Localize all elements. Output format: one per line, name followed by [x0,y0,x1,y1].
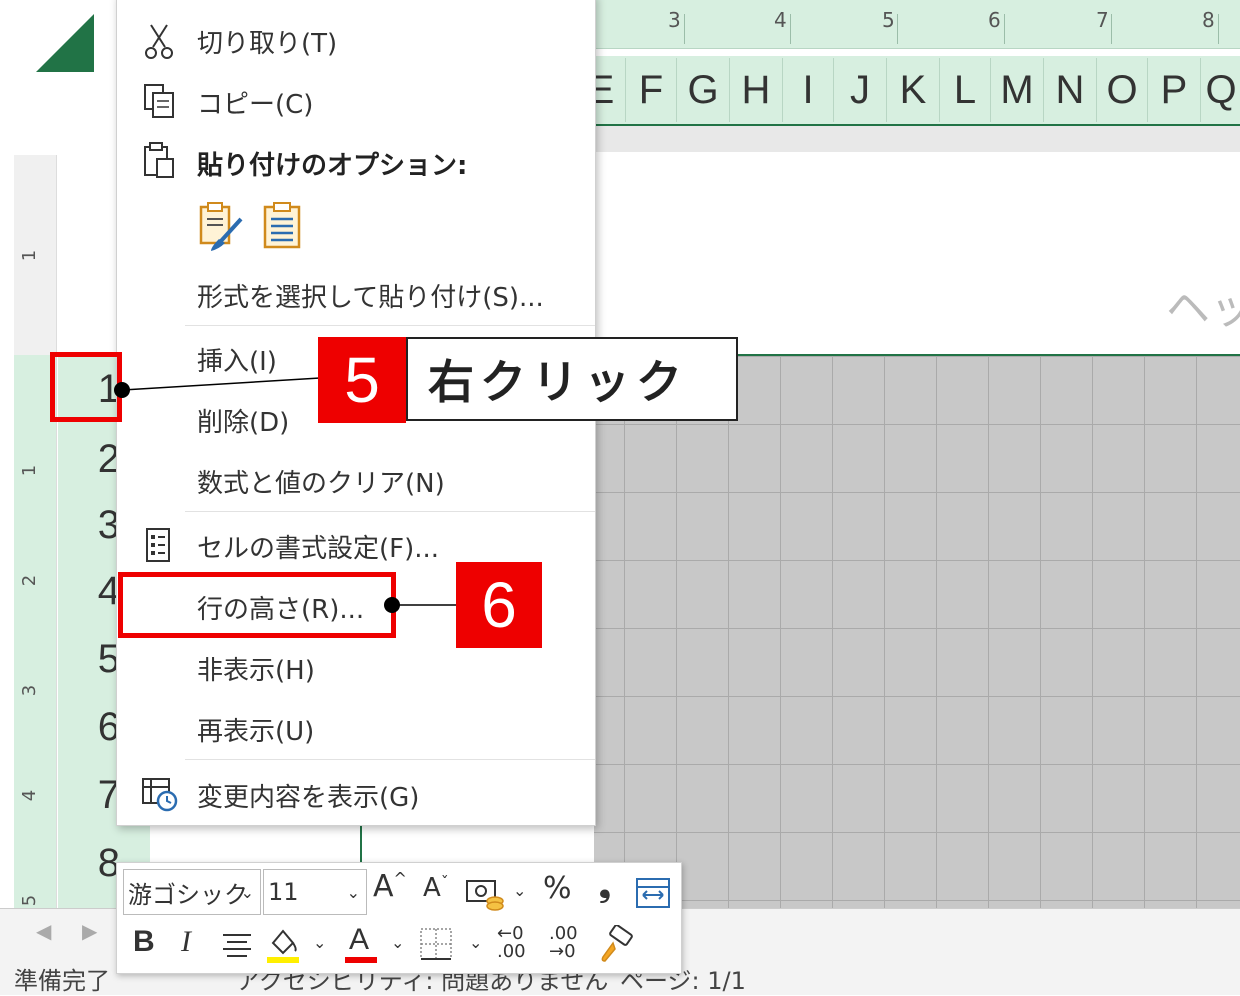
bold-button[interactable]: B [133,925,155,959]
paste-options-label: 貼り付けのオプション: [197,151,468,181]
decrease-font-size-icon[interactable]: Aˇ [423,873,449,903]
scissors-icon [139,21,179,61]
callout-step-5-number: 5 [318,337,406,423]
row-header-4[interactable]: 4 [74,558,120,624]
chevron-down-icon: ⌄ [240,882,254,902]
menu-item-delete[interactable]: 削除(D) [197,402,289,439]
mini-toolbar: 游ゴシック ⌄ 11 ⌄ A^ Aˇ ⌄ % ❟ B I ⌄ A ⌄ ⌄ ←0 … [116,862,682,974]
column-header-N[interactable]: N [1043,58,1096,122]
highlight-row-1 [50,352,122,422]
menu-item-paste-special[interactable]: 形式を選択して貼り付け(S)... [197,277,544,314]
align-center-icon[interactable] [221,929,253,961]
paste-formatting-icon[interactable] [197,201,245,253]
italic-button[interactable]: I [181,925,191,959]
fill-color-icon[interactable] [265,925,301,965]
row-header-2[interactable]: 2 [74,426,120,492]
menu-item-show-changes[interactable]: 変更内容を表示(G) [197,777,419,814]
column-header-F[interactable]: F [625,58,676,122]
chevron-down-icon[interactable]: ⌄ [391,933,404,952]
menu-item-insert[interactable]: 挿入(I) [197,341,277,378]
column-header-M[interactable]: M [990,58,1043,122]
ruler-number: 2 [19,574,41,587]
font-name-dropdown[interactable]: 游ゴシック ⌄ [123,869,261,915]
row-header-3[interactable]: 3 [74,492,120,558]
scroll-right-icon[interactable]: ▶ [82,919,97,943]
column-header-H[interactable]: H [729,58,782,122]
ruler-number: 3 [19,684,41,697]
font-color-letter: A [349,923,370,956]
borders-icon[interactable] [419,927,453,961]
paste-values-icon[interactable] [261,201,305,253]
ruler-number: 5 [19,894,41,907]
column-header-O[interactable]: O [1096,58,1147,122]
ruler-number: 8 [1202,8,1215,32]
increase-font-size-icon[interactable]: A^ [373,869,407,904]
column-header-J[interactable]: J [833,58,886,122]
menu-separator [185,325,595,326]
font-name-value: 游ゴシック [128,880,248,909]
ruler-number: 1 [19,249,41,262]
copy-icon [139,81,179,121]
highlight-row-height [118,572,396,638]
row-header-5[interactable]: 5 [74,626,120,692]
comma-style-button[interactable]: ❟ [599,869,611,904]
font-size-value: 11 [268,878,299,906]
column-header-P[interactable]: P [1147,58,1200,122]
chevron-down-icon[interactable]: ⌄ [469,933,482,952]
vertical-ruler: 1 1 2 3 4 5 [14,155,57,910]
menu-item-clear-contents[interactable]: 数式と値のクリア(N) [197,463,445,500]
menu-item-copy[interactable]: コピー(C) [197,84,313,121]
page-header-area[interactable]: ヘッ [594,152,1240,356]
font-size-dropdown[interactable]: 11 ⌄ [263,869,367,915]
menu-separator [185,759,595,760]
ruler-number: 1 [19,464,41,477]
show-changes-icon [139,773,179,813]
menu-item-cut[interactable]: 切り取り(T) [197,23,337,60]
horizontal-ruler: 3 4 5 6 7 8 [594,0,1240,49]
menu-separator [185,511,595,512]
row-header-7[interactable]: 7 [74,762,120,828]
callout-step-6-number: 6 [456,562,542,648]
format-painter-icon[interactable] [595,924,635,965]
row-header-6[interactable]: 6 [74,694,120,760]
ruler-number: 4 [19,789,41,802]
menu-item-format-cells[interactable]: セルの書式設定(F)... [197,528,439,565]
chevron-down-icon[interactable]: ⌄ [313,933,326,952]
chevron-down-icon: ⌄ [346,882,360,902]
wrap-text-icon[interactable] [635,875,671,911]
ruler-number: 7 [1096,8,1109,32]
currency-format-icon[interactable] [465,877,505,911]
column-header-K[interactable]: K [886,58,939,122]
column-header-Q[interactable]: Q [1200,58,1240,122]
decrease-decimal-button[interactable]: ←0 .00 [497,925,543,961]
ruler-number: 3 [668,8,681,32]
scroll-left-icon[interactable]: ◀ [36,919,51,943]
percent-style-button[interactable]: % [543,871,572,906]
row-header-8[interactable]: 8 [74,830,120,896]
chevron-down-icon[interactable]: ⌄ [513,881,526,900]
font-color-button[interactable]: A [343,923,379,965]
column-header-I[interactable]: I [782,58,833,122]
callout-step-5-text: 右クリック [406,337,738,421]
select-all-corner[interactable] [36,14,94,72]
paste-icon [139,141,179,181]
menu-item-hide[interactable]: 非表示(H) [197,650,315,687]
page-gap [594,126,1240,152]
header-placeholder-text: ヘッ [1166,283,1240,334]
column-header-G[interactable]: G [676,58,729,122]
format-cells-icon [139,525,179,565]
increase-decimal-button[interactable]: .00 →0 [549,925,595,961]
status-ready: 準備完了 [14,967,110,995]
cell-grid[interactable] [594,356,1240,908]
ruler-number: 6 [988,8,1001,32]
column-header-L[interactable]: L [939,58,990,122]
menu-item-unhide[interactable]: 再表示(U) [197,711,314,748]
ruler-number: 5 [882,8,895,32]
ruler-number: 4 [774,8,787,32]
